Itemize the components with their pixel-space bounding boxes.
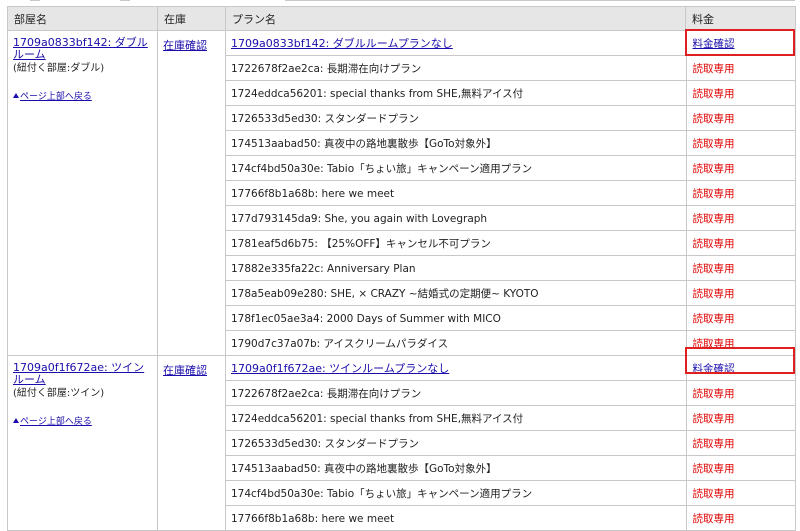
plan-name: 1722678f2ae2ca: 長期滞在向けプラン — [231, 62, 422, 75]
read-only-label: 読取専用 — [692, 437, 735, 450]
plan-row: 1790d7c37a07b: アイスクリームパラダイス 読取専用 — [226, 330, 796, 355]
plan-name: 174cf4bd50a30e: Tabio「ちょい旅」キャンペーン適用プラン — [231, 487, 533, 500]
read-only-label: 読取専用 — [692, 237, 735, 250]
plan-row: 174cf4bd50a30e: Tabio「ちょい旅」キャンペーン適用プラン 読取… — [226, 480, 796, 506]
room-cell: 1709a0f1f672ae: ツインルーム (紐付く部屋:ツイン) ページ上部へ戻… — [7, 355, 158, 531]
header-stock: 在庫 — [157, 6, 226, 31]
plan-name: 174513aabad50: 真夜中の路地裏散歩【GoTo対象外】 — [231, 462, 497, 475]
plan-row: 174513aabad50: 真夜中の路地裏散歩【GoTo対象外】 読取専用 — [226, 455, 796, 481]
read-only-label: 読取専用 — [692, 112, 735, 125]
read-only-label: 読取専用 — [692, 187, 735, 200]
plan-name: 1724eddca56201: special thanks from SHE,… — [231, 87, 524, 100]
plan-name: 174513aabad50: 真夜中の路地裏散歩【GoTo対象外】 — [231, 137, 497, 150]
plan-link[interactable]: 1709a0833bf142: ダブルルームプランなし — [231, 37, 453, 50]
plan-name: 178a5eab09e280: SHE, × CRAZY ~結婚式の定期便~ K… — [231, 287, 539, 300]
table-header-row: 部屋名 在庫 プラン名 料金 — [7, 6, 796, 31]
plan-row: 1724eddca56201: special thanks from SHE,… — [226, 80, 796, 106]
plan-row: 178a5eab09e280: SHE, × CRAZY ~結婚式の定期便~ K… — [226, 280, 796, 306]
plan-name: 1790d7c37a07b: アイスクリームパラダイス — [231, 337, 449, 350]
stock-check-link[interactable]: 在庫確認 — [163, 364, 207, 377]
plan-name: 1726533d5ed30: スタンダードプラン — [231, 437, 419, 450]
plan-name: 178f1ec05ae3a4: 2000 Days of Summer with… — [231, 312, 501, 325]
read-only-label: 読取専用 — [692, 487, 735, 500]
back-to-top-label: ページ上部へ戻る — [20, 417, 92, 427]
room-name-link[interactable]: 1709a0833bf142: ダブルルーム — [13, 37, 152, 61]
plan-row: 1724eddca56201: special thanks from SHE,… — [226, 405, 796, 431]
price-check-link[interactable]: 料金確認 — [693, 38, 735, 50]
plan-name: 1726533d5ed30: スタンダードプラン — [231, 112, 419, 125]
stock-cell: 在庫確認 — [157, 355, 226, 531]
plan-row: 1709a0833bf142: ダブルルームプランなし 料金確認 — [226, 31, 796, 56]
back-to-top-link[interactable]: ページ上部へ戻る — [13, 91, 152, 103]
plan-name: 174cf4bd50a30e: Tabio「ちょい旅」キャンペーン適用プラン — [231, 162, 533, 175]
plans-cell: 1709a0f1f672ae: ツインルームプランなし 料金確認 1722678f2… — [225, 355, 796, 531]
read-only-label: 読取専用 — [692, 62, 735, 75]
plan-list: 1709a0833bf142: ダブルルームプランなし 料金確認 1722678f2… — [226, 31, 796, 355]
header-plan: プラン名 — [225, 6, 686, 31]
linked-room-label: (紐付く部屋:ツイン) — [13, 388, 105, 399]
plan-row: 177d793145da9: She, you again with Loveg… — [226, 205, 796, 231]
linked-room-label: (紐付く部屋:ダブル) — [13, 63, 105, 74]
plan-row: 174513aabad50: 真夜中の路地裏散歩【GoTo対象外】 読取専用 — [226, 130, 796, 156]
plan-row: 1726533d5ed30: スタンダードプラン 読取専用 — [226, 430, 796, 456]
read-only-label: 読取専用 — [692, 87, 735, 100]
room-plan-table: 部屋名 在庫 プラン名 料金 1709a0833bf142: ダブルルーム (紐付… — [7, 6, 796, 531]
plan-link[interactable]: 1709a0f1f672ae: ツインルームプランなし — [231, 362, 449, 375]
plan-row: 1722678f2ae2ca: 長期滞在向けプラン 読取専用 — [226, 55, 796, 81]
read-only-label: 読取専用 — [692, 412, 735, 425]
plan-name: 17882e335fa22c: Anniversary Plan — [231, 262, 416, 275]
plan-row: 1709a0f1f672ae: ツインルームプランなし 料金確認 — [226, 356, 796, 381]
read-only-label: 読取専用 — [692, 387, 735, 400]
plan-name: 177d793145da9: She, you again with Loveg… — [231, 212, 488, 225]
plan-name: 17766f8b1a68b: here we meet — [231, 187, 395, 200]
top-border-fragment — [0, 0, 800, 2]
room-cell: 1709a0833bf142: ダブルルーム (紐付く部屋:ダブル) ページ上部へ戻… — [7, 30, 158, 356]
plan-row: 1781eaf5d6b75: 【25%OFF】キャンセル不可プラン 読取専用 — [226, 230, 796, 256]
plan-row: 1722678f2ae2ca: 長期滞在向けプラン 読取専用 — [226, 380, 796, 406]
read-only-label: 読取専用 — [692, 312, 735, 325]
stock-cell: 在庫確認 — [157, 30, 226, 356]
plans-cell: 1709a0833bf142: ダブルルームプランなし 料金確認 1722678f2… — [225, 30, 796, 356]
room-name-link[interactable]: 1709a0f1f672ae: ツインルーム — [13, 362, 152, 386]
read-only-label: 読取専用 — [692, 337, 735, 350]
plan-row: 17766f8b1a68b: here we meet 読取専用 — [226, 180, 796, 206]
read-only-label: 読取専用 — [692, 137, 735, 150]
header-room: 部屋名 — [7, 6, 158, 31]
room-row: 1709a0f1f672ae: ツインルーム (紐付く部屋:ツイン) ページ上部へ戻… — [7, 355, 796, 531]
plan-row: 174cf4bd50a30e: Tabio「ちょい旅」キャンペーン適用プラン 読取… — [226, 155, 796, 181]
plan-row: 17766f8b1a68b: here we meet 読取専用 — [226, 505, 796, 530]
plan-row: 17882e335fa22c: Anniversary Plan 読取専用 — [226, 255, 796, 281]
back-to-top-label: ページ上部へ戻る — [20, 92, 92, 102]
plan-row: 1726533d5ed30: スタンダードプラン 読取専用 — [226, 105, 796, 131]
read-only-label: 読取専用 — [692, 212, 735, 225]
up-arrow-icon — [13, 93, 19, 98]
up-arrow-icon — [13, 418, 19, 423]
read-only-label: 読取専用 — [692, 262, 735, 275]
read-only-label: 読取専用 — [692, 287, 735, 300]
plan-name: 1724eddca56201: special thanks from SHE,… — [231, 412, 524, 425]
back-to-top-link[interactable]: ページ上部へ戻る — [13, 416, 152, 428]
plan-name: 1781eaf5d6b75: 【25%OFF】キャンセル不可プラン — [231, 237, 491, 250]
plan-name: 1722678f2ae2ca: 長期滞在向けプラン — [231, 387, 422, 400]
plan-row: 178f1ec05ae3a4: 2000 Days of Summer with… — [226, 305, 796, 331]
plan-list: 1709a0f1f672ae: ツインルームプランなし 料金確認 1722678f2… — [226, 356, 796, 530]
price-check-link[interactable]: 料金確認 — [693, 363, 735, 375]
room-row: 1709a0833bf142: ダブルルーム (紐付く部屋:ダブル) ページ上部へ戻… — [7, 30, 796, 356]
header-price: 料金 — [685, 6, 796, 31]
read-only-label: 読取専用 — [692, 162, 735, 175]
stock-check-link[interactable]: 在庫確認 — [163, 39, 207, 52]
read-only-label: 読取専用 — [692, 462, 735, 475]
